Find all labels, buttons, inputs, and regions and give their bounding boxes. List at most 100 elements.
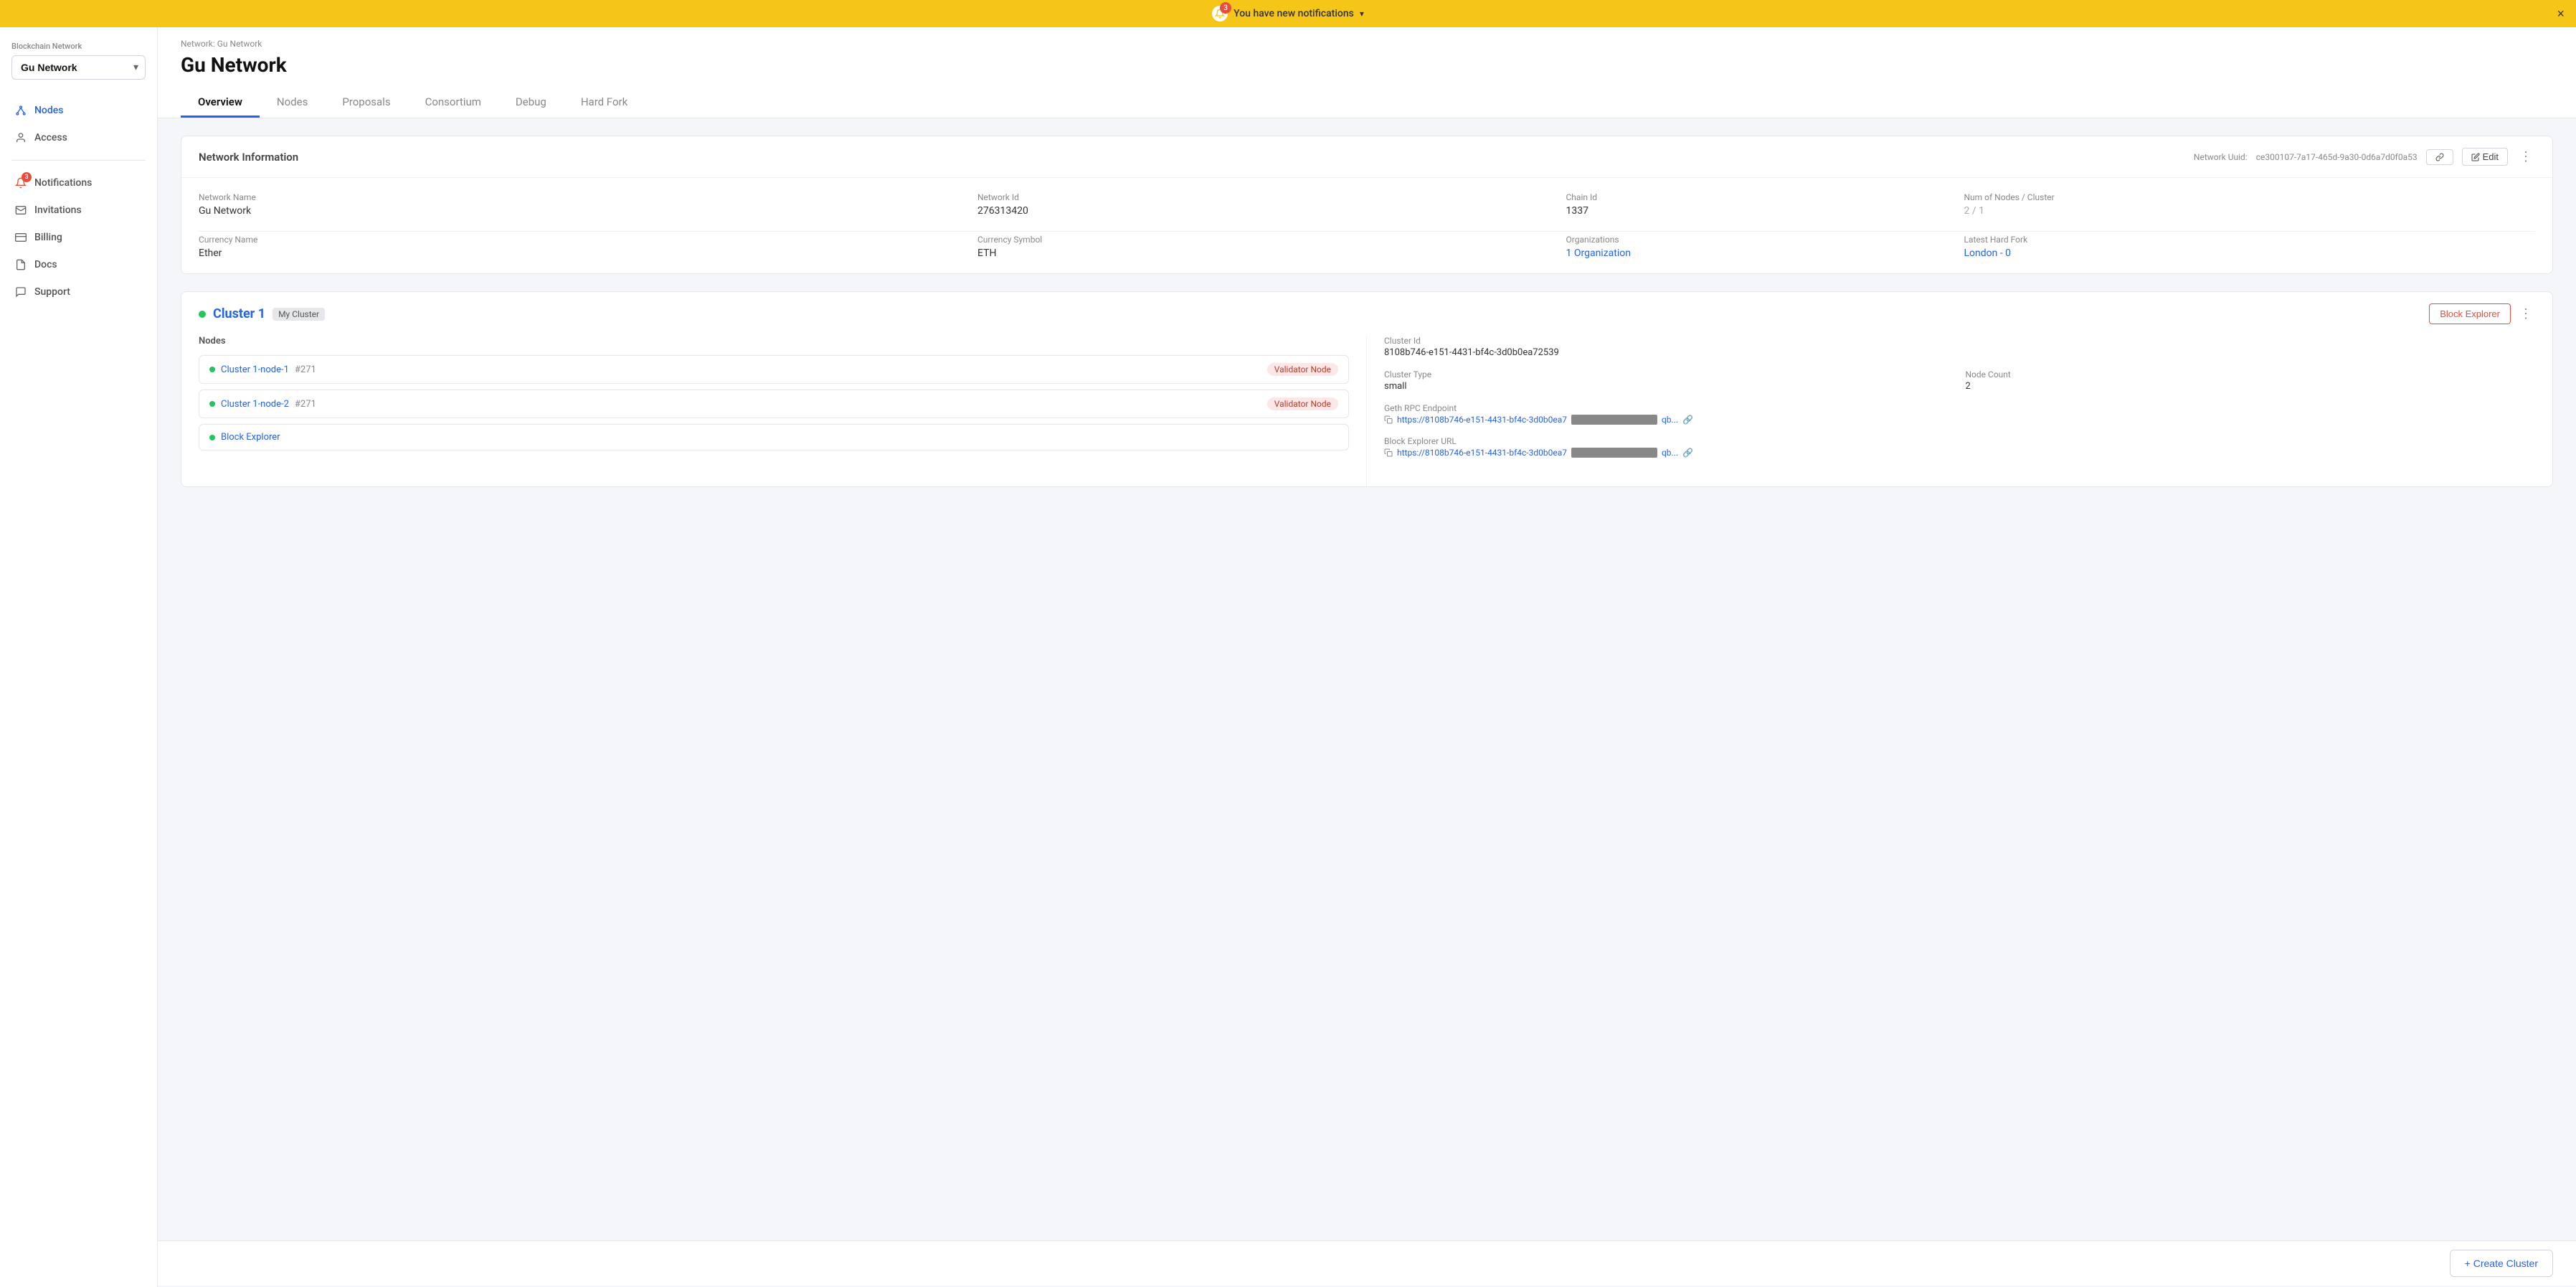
credit-card-icon	[14, 231, 27, 244]
num-nodes-label: Num of Nodes / Cluster	[1964, 192, 2536, 202]
node-2-name[interactable]: Cluster 1-node-2	[221, 399, 289, 410]
tab-overview[interactable]: Overview	[181, 88, 260, 118]
currency-symbol-field: Currency Symbol ETH	[977, 235, 1549, 259]
network-id-field: Network Id 276313420	[977, 192, 1549, 217]
node-2-status-dot	[209, 401, 215, 407]
block-explorer-item-label: Block Explorer	[221, 432, 280, 443]
copy-icon-block-explorer	[1384, 448, 1393, 457]
create-cluster-button[interactable]: + Create Cluster	[2450, 1250, 2553, 1277]
tab-consortium[interactable]: Consortium	[408, 88, 498, 118]
network-info-title: Network Information	[199, 151, 298, 164]
geth-rpc-label: Geth RPC Endpoint	[1384, 403, 2535, 413]
tab-hard-fork[interactable]: Hard Fork	[564, 88, 645, 118]
access-icon	[14, 131, 27, 144]
sidebar: Blockchain Network Gu Network Nodes	[0, 27, 158, 1287]
node-item-2-left: Cluster 1-node-2 #271	[209, 399, 316, 410]
cluster-title: Cluster 1	[213, 306, 265, 321]
num-nodes-value: 2 / 1	[1964, 205, 2536, 217]
notification-close-button[interactable]: ×	[2557, 6, 2565, 22]
tab-nodes[interactable]: Nodes	[260, 88, 325, 118]
sidebar-item-nodes[interactable]: Nodes	[0, 97, 157, 124]
cluster-title-area: Cluster 1 My Cluster	[199, 306, 325, 321]
sidebar-item-billing[interactable]: Billing	[0, 224, 157, 251]
sidebar-item-access-label: Access	[34, 132, 67, 143]
node-item-2: Cluster 1-node-2 #271 Validator Node	[199, 390, 1349, 418]
chain-id-label: Chain Id	[1566, 192, 1947, 202]
edit-network-button[interactable]: Edit	[2462, 148, 2508, 166]
main-content: Network: Gu Network Gu Network Overview …	[158, 27, 2576, 1287]
chevron-down-icon[interactable]: ▾	[1360, 9, 1364, 19]
block-explorer-list-item[interactable]: Block Explorer	[199, 424, 1349, 451]
network-name-label: Network Name	[199, 192, 960, 202]
block-explorer-button[interactable]: Block Explorer	[2429, 303, 2511, 324]
cluster-my-cluster-badge: My Cluster	[273, 308, 325, 321]
node-count-label: Node Count	[1966, 369, 2536, 380]
copy-geth-rpc-button[interactable]: 🔗	[1682, 415, 1693, 425]
network-id-label: Network Id	[977, 192, 1549, 202]
main-header: Network: Gu Network Gu Network Overview …	[158, 27, 2576, 118]
node-1-status-dot	[209, 367, 215, 372]
network-info-more-button[interactable]: ⋮	[2516, 149, 2535, 164]
node-item-1-left: Cluster 1-node-1 #271	[209, 364, 316, 375]
tab-debug[interactable]: Debug	[498, 88, 564, 118]
notification-content: 3 You have new notifications ▾	[1212, 6, 1364, 22]
cluster-id-row: Cluster Id 8108b746-e151-4431-bf4c-3d0b0…	[1384, 336, 2535, 358]
hard-fork-value[interactable]: London - 0	[1964, 248, 2536, 259]
network-name-field: Network Name Gu Network	[199, 192, 960, 217]
sidebar-item-support[interactable]: Support	[0, 278, 157, 306]
block-explorer-url-redacted	[1571, 448, 1657, 458]
geth-rpc-endpoint-row: https://8108b746-e151-4431-bf4c-3d0b0ea7…	[1384, 415, 2535, 425]
sidebar-item-access[interactable]: Access	[0, 124, 157, 151]
cluster-type-label: Cluster Type	[1384, 369, 1954, 380]
notifications-badge: 3	[22, 172, 32, 182]
cluster-actions: Block Explorer ⋮	[2429, 303, 2535, 324]
node-1-name[interactable]: Cluster 1-node-1	[221, 364, 289, 375]
notification-icon: 3	[1212, 6, 1228, 22]
tab-proposals[interactable]: Proposals	[325, 88, 407, 118]
network-info-header-right: Network Uuid: ce300107-7a17-465d-9a30-0d…	[2194, 148, 2535, 166]
network-uuid-label: Network Uuid:	[2194, 152, 2248, 162]
currency-symbol-value: ETH	[977, 248, 1549, 259]
bell-icon: 3	[14, 176, 27, 189]
cluster-header: Cluster 1 My Cluster Block Explorer ⋮	[181, 292, 2552, 336]
block-explorer-url-suffix: qb...	[1662, 448, 1678, 458]
organizations-field: Organizations 1 Organization	[1566, 235, 1947, 259]
cluster-id-label: Cluster Id	[1384, 336, 2535, 346]
sidebar-item-invitations[interactable]: Invitations	[0, 197, 157, 224]
cluster-card: Cluster 1 My Cluster Block Explorer ⋮ No…	[181, 291, 2553, 487]
mail-icon	[14, 204, 27, 217]
doc-icon	[14, 258, 27, 271]
network-select[interactable]: Gu Network	[11, 55, 146, 80]
nodes-icon	[14, 104, 27, 117]
network-uuid-value: ce300107-7a17-465d-9a30-0d6a7d0f0a53	[2256, 152, 2418, 162]
block-explorer-url-row: Block Explorer URL https://8108b746-e151…	[1384, 436, 2535, 458]
geth-rpc-prefix: https://8108b746-e151-4431-bf4c-3d0b0ea7	[1397, 415, 1567, 425]
hard-fork-label: Latest Hard Fork	[1964, 235, 2536, 245]
notification-bar: 3 You have new notifications ▾ ×	[0, 0, 2576, 27]
network-info-card: Network Information Network Uuid: ce3001…	[181, 136, 2553, 274]
organizations-value[interactable]: 1 Organization	[1566, 248, 1947, 259]
chain-id-value: 1337	[1566, 205, 1947, 217]
cluster-info-panel: Cluster Id 8108b746-e151-4431-bf4c-3d0b0…	[1367, 336, 2552, 486]
network-info-card-header: Network Information Network Uuid: ce3001…	[181, 136, 2552, 178]
network-select-wrapper[interactable]: Gu Network	[11, 55, 146, 80]
currency-name-label: Currency Name	[199, 235, 960, 245]
sidebar-navigation: Nodes Access	[0, 91, 157, 311]
currency-symbol-label: Currency Symbol	[977, 235, 1549, 245]
breadcrumb: Network: Gu Network	[181, 39, 2553, 49]
sidebar-item-docs-label: Docs	[34, 259, 57, 270]
node-2-validator-badge: Validator Node	[1267, 397, 1338, 410]
geth-rpc-row: Geth RPC Endpoint https://8108b746-e151-…	[1384, 403, 2535, 425]
copy-uuid-button[interactable]	[2426, 149, 2453, 165]
network-name-value: Gu Network	[199, 205, 960, 217]
copy-block-explorer-url-button[interactable]: 🔗	[1682, 448, 1693, 458]
cluster-more-button[interactable]: ⋮	[2516, 306, 2535, 321]
tabs: Overview Nodes Proposals Consortium Debu…	[181, 88, 2553, 118]
block-explorer-url-label: Block Explorer URL	[1384, 436, 2535, 446]
cluster-status-dot	[199, 311, 206, 318]
content-area: Network Information Network Uuid: ce3001…	[158, 118, 2576, 1287]
sidebar-item-docs[interactable]: Docs	[0, 251, 157, 278]
sidebar-item-notifications[interactable]: 3 Notifications	[0, 169, 157, 197]
cluster-type-value: small	[1384, 381, 1954, 392]
sidebar-network-section: Blockchain Network Gu Network	[0, 42, 157, 91]
